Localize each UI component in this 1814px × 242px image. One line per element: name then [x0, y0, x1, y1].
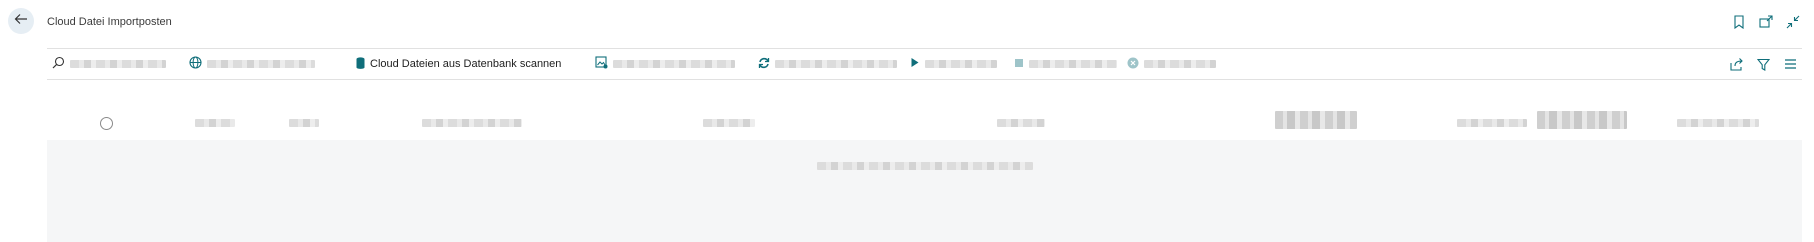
blurred-label: [1029, 60, 1117, 68]
search-icon: [52, 56, 65, 72]
image-search-icon: [595, 56, 608, 72]
search-action[interactable]: [52, 49, 166, 79]
action-run[interactable]: [910, 49, 997, 79]
filter-icon[interactable]: [1756, 57, 1771, 72]
column-header[interactable]: [1275, 111, 1357, 129]
page-title: Cloud Datei Importposten: [47, 16, 172, 28]
grid-body: [47, 140, 1802, 242]
blurred-label: [613, 60, 735, 68]
select-all-radio[interactable]: [100, 117, 113, 130]
column-header[interactable]: [1457, 119, 1527, 127]
column-header[interactable]: [1537, 111, 1627, 129]
database-icon: [356, 56, 365, 72]
column-header-row: [47, 108, 1802, 140]
refresh-icon: [758, 57, 770, 72]
column-header[interactable]: [422, 119, 522, 127]
column-header[interactable]: [1677, 119, 1759, 127]
blurred-label: [70, 60, 166, 68]
cancel-circle-icon: [1127, 57, 1139, 72]
action-stop[interactable]: [1014, 49, 1117, 79]
blurred-label: [925, 60, 997, 68]
scan-cloud-files-button[interactable]: Cloud Dateien aus Datenbank scannen: [356, 49, 561, 79]
action-image[interactable]: [595, 49, 735, 79]
column-header[interactable]: [289, 119, 319, 127]
collapse-icon[interactable]: [1785, 14, 1800, 29]
share-icon[interactable]: [1729, 57, 1744, 72]
column-header[interactable]: [997, 119, 1045, 127]
bookmark-icon[interactable]: [1731, 14, 1746, 29]
action-cancel[interactable]: [1127, 49, 1216, 79]
column-header[interactable]: [195, 119, 235, 127]
blurred-label: [775, 60, 897, 68]
header-actions: [1731, 14, 1800, 29]
action-bar-right: [1729, 49, 1798, 79]
action-web[interactable]: [189, 49, 315, 79]
list-view-icon[interactable]: [1783, 57, 1798, 72]
action-refresh[interactable]: [758, 49, 897, 79]
page: Cloud Datei Importposten Cloud Dateien a…: [0, 0, 1814, 242]
back-button[interactable]: [8, 8, 34, 34]
open-new-window-icon[interactable]: [1758, 14, 1773, 29]
globe-icon: [189, 56, 202, 72]
blurred-label: [207, 60, 315, 68]
blurred-label: [1144, 60, 1216, 68]
stop-icon: [1014, 58, 1024, 71]
scan-cloud-files-label: Cloud Dateien aus Datenbank scannen: [370, 58, 562, 70]
play-icon: [910, 57, 920, 71]
column-header[interactable]: [703, 119, 755, 127]
empty-grid-message: [816, 162, 1033, 170]
action-bar: Cloud Dateien aus Datenbank scannen: [47, 48, 1802, 80]
arrow-left-icon: [14, 12, 28, 31]
